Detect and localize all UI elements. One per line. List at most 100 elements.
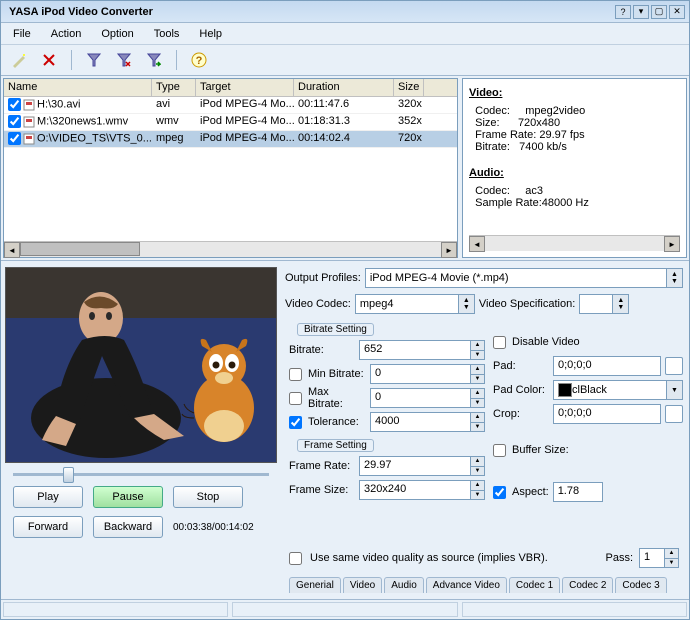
disable-video-label: Disable Video <box>512 336 580 348</box>
stop-button[interactable]: Stop <box>173 486 243 508</box>
buffer-size-check[interactable] <box>493 444 506 457</box>
tab-codec-2[interactable]: Codec 2 <box>562 577 613 593</box>
tolerance-check[interactable] <box>289 416 302 429</box>
video-codec-label: Video Codec: <box>285 298 351 310</box>
tab-generial[interactable]: Generial <box>289 577 341 593</box>
col-target[interactable]: Target <box>196 79 294 96</box>
video-spec-label: Video Specification: <box>479 298 575 310</box>
row-check[interactable] <box>8 115 21 128</box>
video-info-title: Video: <box>469 87 680 99</box>
aspect-check[interactable] <box>493 486 506 499</box>
col-size[interactable]: Size <box>394 79 424 96</box>
table-row[interactable]: H:\30.aviaviiPod MPEG-4 Mo...00:11:47.63… <box>4 97 457 114</box>
menu-tools[interactable]: Tools <box>150 26 184 42</box>
max-bitrate-label: Max Bitrate: <box>308 386 366 410</box>
menu-help[interactable]: Help <box>195 26 226 42</box>
info-framerate: Frame Rate: 29.97 fps <box>469 129 680 141</box>
file-list-panel: Name Type Target Duration Size H:\30.avi… <box>3 78 458 258</box>
close-button[interactable]: ✕ <box>669 5 685 19</box>
help-icon[interactable]: ? <box>189 50 209 70</box>
tolerance-label: Tolerance: <box>308 416 366 428</box>
app-window: YASA iPod Video Converter ? ▾ ▢ ✕ File A… <box>0 0 690 620</box>
table-row[interactable]: M:\320news1.wmvwmviPod MPEG-4 Mo...01:18… <box>4 114 457 131</box>
tabs: GenerialVideoAudioAdvance VideoCodec 1Co… <box>285 573 683 593</box>
backward-button[interactable]: Backward <box>93 516 163 538</box>
file-icon <box>23 116 35 128</box>
info-bitrate: Bitrate: 7400 kb/s <box>469 141 680 153</box>
info-acodec: Codec: ac3 <box>469 185 680 197</box>
tab-codec-3[interactable]: Codec 3 <box>615 577 666 593</box>
statusbar <box>1 599 689 619</box>
menu-action[interactable]: Action <box>47 26 86 42</box>
maximize-button[interactable]: ▢ <box>651 5 667 19</box>
tab-advance-video[interactable]: Advance Video <box>426 577 507 593</box>
hscrollbar[interactable]: ◄► <box>4 241 457 257</box>
toolbar: ? <box>1 45 689 75</box>
forward-button[interactable]: Forward <box>13 516 83 538</box>
use-same-quality-label: Use same video quality as source (implie… <box>310 552 548 564</box>
menubar: File Action Option Tools Help <box>1 23 689 45</box>
delete-icon[interactable] <box>39 50 59 70</box>
tab-audio[interactable]: Audio <box>384 577 424 593</box>
menu-option[interactable]: Option <box>97 26 137 42</box>
media-info-panel: Video: Codec: mpeg2video Size: 720x480 F… <box>462 78 687 258</box>
video-spec-combo[interactable]: ▲▼ <box>579 294 629 314</box>
min-bitrate-check[interactable] <box>289 368 302 381</box>
app-title: YASA iPod Video Converter <box>5 6 615 18</box>
framerate-label: Frame Rate: <box>289 460 355 472</box>
file-icon <box>23 133 35 145</box>
table-row[interactable]: O:\VIDEO_TS\VTS_0...mpegiPod MPEG-4 Mo..… <box>4 131 457 148</box>
funnel-remove-icon[interactable] <box>114 50 134 70</box>
pass-input[interactable]: 1▲▼ <box>639 548 679 568</box>
max-bitrate-input[interactable]: 0▲▼ <box>370 388 485 408</box>
bitrate-group-title: Bitrate Setting <box>297 323 374 336</box>
info-size: Size: 720x480 <box>469 117 680 129</box>
info-hscrollbar[interactable]: ◄► <box>469 235 680 251</box>
bitrate-input[interactable]: 652▲▼ <box>359 340 485 360</box>
output-profiles-combo[interactable]: iPod MPEG-4 Movie (*.mp4)▲▼ <box>365 268 683 288</box>
info-codec: Codec: mpeg2video <box>469 105 680 117</box>
funnel-go-icon[interactable] <box>144 50 164 70</box>
max-bitrate-check[interactable] <box>289 392 302 405</box>
output-profiles-label: Output Profiles: <box>285 272 361 284</box>
pad-label: Pad: <box>493 360 549 372</box>
buffer-size-label: Buffer Size: <box>512 444 569 456</box>
framerate-input[interactable]: 29.97▲▼ <box>359 456 485 476</box>
row-check[interactable] <box>8 132 21 145</box>
seek-slider[interactable] <box>13 473 269 476</box>
min-bitrate-input[interactable]: 0▲▼ <box>370 364 485 384</box>
col-name[interactable]: Name <box>4 79 152 96</box>
wand-icon[interactable] <box>9 50 29 70</box>
col-duration[interactable]: Duration <box>294 79 394 96</box>
tolerance-input[interactable]: 4000▲▼ <box>370 412 485 432</box>
preview-panel: Play Pause Stop Forward Backward 00:03:3… <box>3 263 279 597</box>
aspect-label: Aspect: <box>512 486 549 498</box>
time-label: 00:03:38/00:14:02 <box>173 522 254 533</box>
use-same-quality-check[interactable] <box>289 552 302 565</box>
aspect-input[interactable]: 1.78 <box>553 482 603 502</box>
framesize-input[interactable]: 320x240▲▼ <box>359 480 485 500</box>
framesize-label: Frame Size: <box>289 484 355 496</box>
crop-label: Crop: <box>493 408 549 420</box>
pause-button[interactable]: Pause <box>93 486 163 508</box>
row-check[interactable] <box>8 98 21 111</box>
minimize-button[interactable]: ▾ <box>633 5 649 19</box>
info-asr: Sample Rate:48000 Hz <box>469 197 680 209</box>
settings-panel: Output Profiles: iPod MPEG-4 Movie (*.mp… <box>281 263 687 597</box>
min-bitrate-label: Min Bitrate: <box>308 368 366 380</box>
help-button[interactable]: ? <box>615 5 631 19</box>
col-type[interactable]: Type <box>152 79 196 96</box>
disable-video-check[interactable] <box>493 336 506 349</box>
funnel-icon[interactable] <box>84 50 104 70</box>
pad-dialog-button[interactable] <box>665 357 683 375</box>
tab-video[interactable]: Video <box>343 577 382 593</box>
menu-file[interactable]: File <box>9 26 35 42</box>
video-codec-combo[interactable]: mpeg4▲▼ <box>355 294 475 314</box>
crop-dialog-button[interactable] <box>665 405 683 423</box>
tab-codec-1[interactable]: Codec 1 <box>509 577 560 593</box>
frame-group-title: Frame Setting <box>297 439 374 452</box>
play-button[interactable]: Play <box>13 486 83 508</box>
pad-input[interactable]: 0;0;0;0 <box>553 356 661 376</box>
padcolor-combo[interactable]: clBlack▼ <box>553 380 683 400</box>
crop-input[interactable]: 0;0;0;0 <box>553 404 661 424</box>
